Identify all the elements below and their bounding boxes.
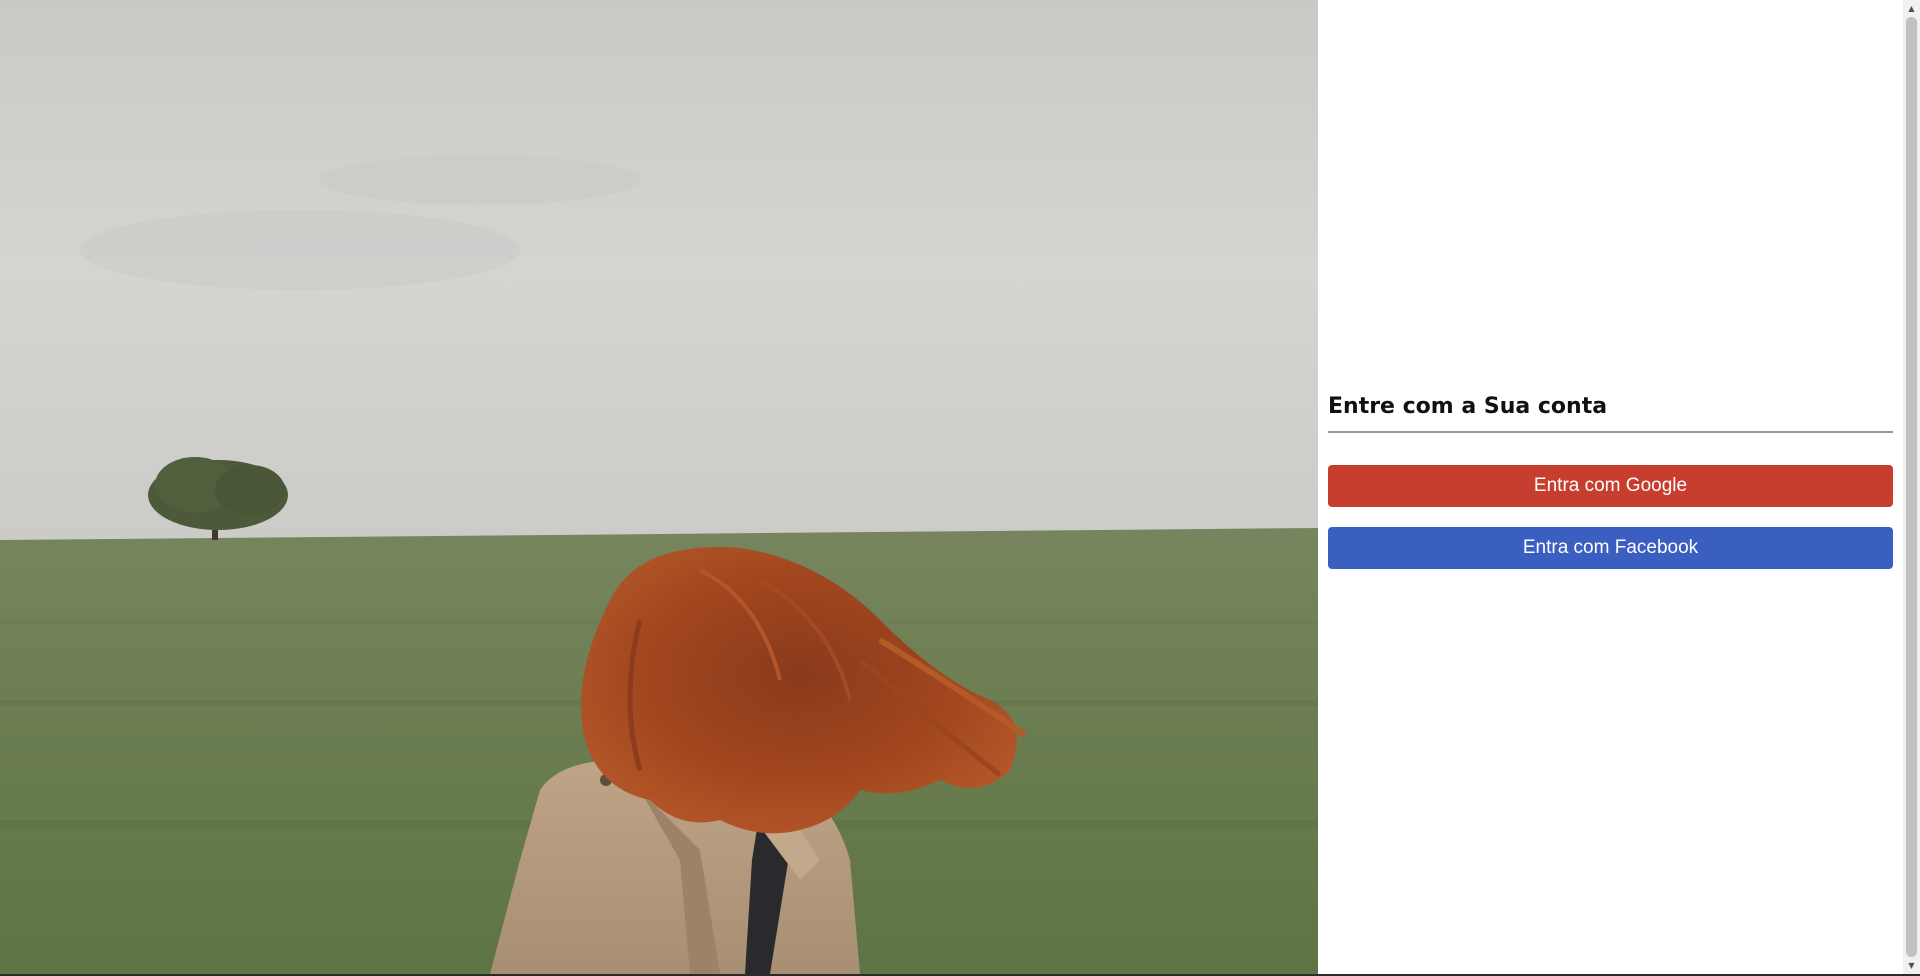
scrollbar-thumb[interactable]: [1906, 17, 1917, 957]
vertical-scrollbar[interactable]: ▲ ▼: [1903, 0, 1920, 974]
login-form: Entre com a Sua conta Entra com Google E…: [1328, 393, 1893, 569]
login-panel: Entre com a Sua conta Entra com Google E…: [1318, 0, 1903, 974]
chevron-up-icon[interactable]: ▲: [1903, 0, 1920, 17]
google-login-button[interactable]: Entra com Google: [1328, 465, 1893, 507]
hero-image: [0, 0, 1318, 974]
facebook-login-button[interactable]: Entra com Facebook: [1328, 527, 1893, 569]
login-title: Entre com a Sua conta: [1328, 393, 1893, 433]
chevron-down-icon[interactable]: ▼: [1903, 957, 1920, 974]
login-page: Entre com a Sua conta Entra com Google E…: [0, 0, 1920, 976]
